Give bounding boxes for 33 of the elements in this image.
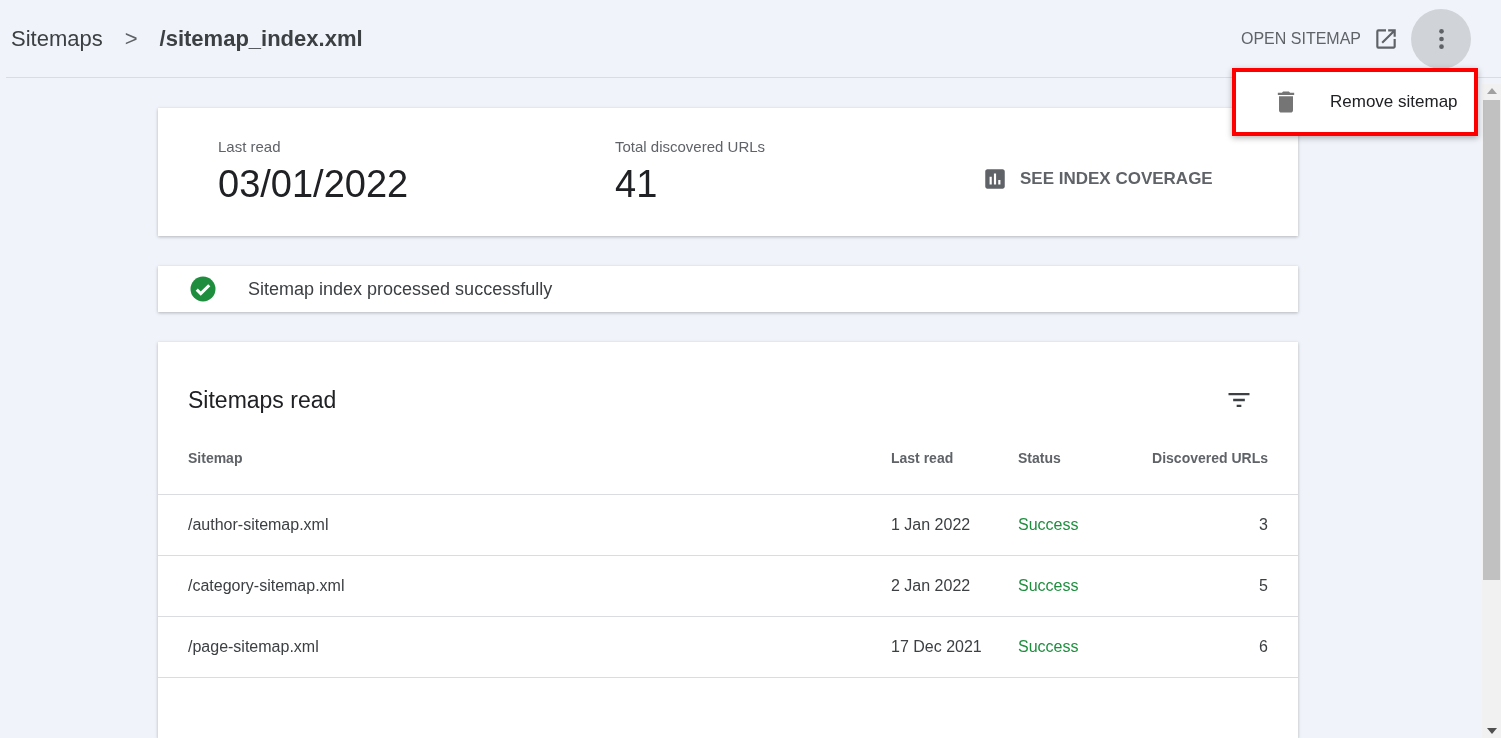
more-vertical-icon [1438, 28, 1444, 49]
column-header: Sitemap [188, 450, 244, 466]
table-cell-text: /page-sitemap.xml [188, 638, 320, 656]
check-circle-icon [188, 274, 218, 304]
bar-chart-icon [982, 166, 1008, 192]
table-cell-text: /category-sitemap.xml [188, 577, 346, 595]
table-cell-text: 1 Jan 2022 [891, 516, 972, 534]
table-cell-text: 6 [1258, 638, 1268, 656]
stat-value: 03/01/2022 [218, 163, 409, 206]
stat-label: Last read [218, 138, 281, 155]
status-text: Success [1018, 516, 1080, 534]
table-cell-text: 2 Jan 2022 [891, 577, 972, 595]
status-text: Success [1018, 638, 1080, 656]
scrollbar[interactable] [1482, 84, 1501, 738]
stat-value: 41 [615, 163, 658, 206]
menu-item[interactable]: Remove sitemap [1330, 92, 1458, 112]
stat-label: Total discovered URLs [615, 138, 766, 155]
table-title: Sitemaps read [188, 386, 337, 414]
breadcrumb-link[interactable]: Sitemaps [11, 25, 103, 52]
table-cell-text: /author-sitemap.xml [188, 516, 330, 534]
page-title: /sitemap_index.xml [159, 25, 363, 52]
table-cell-text: 17 Dec 2021 [891, 638, 983, 656]
table-cell-text: 3 [1258, 516, 1268, 534]
scroll-down-arrow-icon[interactable] [1486, 728, 1497, 734]
status-text: Success [1018, 577, 1080, 595]
breadcrumb-separator: > [124, 25, 138, 52]
status-message: Sitemap index processed successfully [248, 278, 553, 300]
column-header: Discovered URLs [1151, 450, 1268, 466]
open-sitemap-button[interactable]: OPEN SITEMAP [1240, 29, 1361, 48]
column-header: Last read [891, 450, 955, 466]
table-cell-text: 5 [1258, 577, 1268, 595]
see-index-coverage-link[interactable]: SEE INDEX COVERAGE [1020, 169, 1213, 189]
column-header: Status [1018, 450, 1062, 466]
